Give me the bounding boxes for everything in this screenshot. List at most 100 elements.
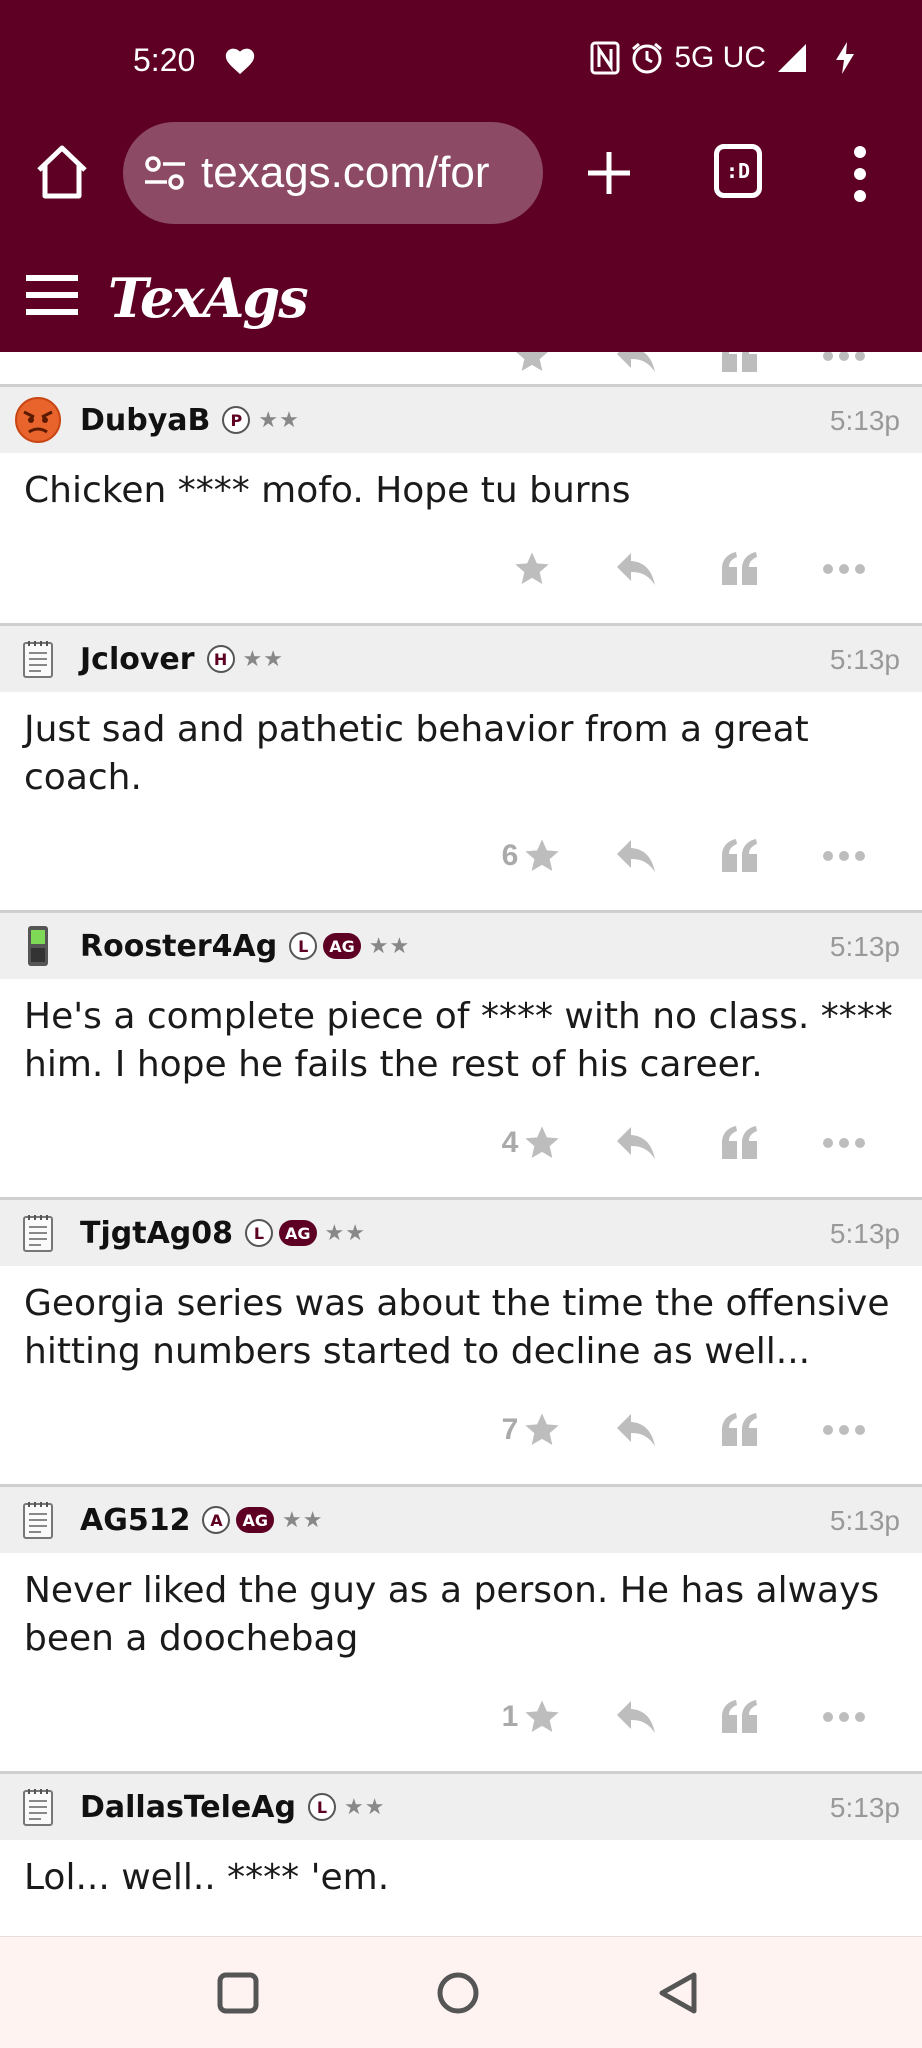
- post-time[interactable]: 5:13p: [830, 644, 900, 676]
- recents-square-icon[interactable]: [216, 1971, 260, 2015]
- username[interactable]: Jclover: [80, 642, 195, 677]
- phone-icon[interactable]: [14, 922, 62, 970]
- more-button[interactable]: [792, 539, 896, 599]
- more-button[interactable]: [792, 1687, 896, 1747]
- quote-icon: [722, 1413, 757, 1446]
- system-nav-bar: [0, 1936, 922, 2048]
- user-badge: L: [289, 932, 318, 960]
- quote-button[interactable]: [688, 539, 792, 599]
- username[interactable]: AG512: [80, 1503, 190, 1538]
- post-actions: 4: [0, 1089, 922, 1197]
- reply-icon: [617, 1127, 655, 1159]
- like-button[interactable]: 1: [480, 1687, 584, 1747]
- username[interactable]: DallasTeleAg: [80, 1790, 296, 1825]
- more-button[interactable]: [792, 1113, 896, 1173]
- post-time[interactable]: 5:13p: [830, 1505, 900, 1537]
- notepad-icon[interactable]: [14, 1496, 62, 1544]
- post-time[interactable]: 5:13p: [830, 1218, 900, 1250]
- more-vert-icon[interactable]: [850, 144, 870, 204]
- site-settings-icon[interactable]: [143, 155, 187, 191]
- signal-icon: [778, 44, 806, 72]
- ag-badge: AG: [323, 933, 361, 959]
- post-header: Jclover H ★★ 5:13p: [0, 626, 922, 692]
- alarm-icon: [632, 42, 663, 74]
- post: AG512 A AG ★★ 5:13p Never liked the guy …: [0, 1484, 922, 1771]
- more-button[interactable]: [792, 352, 896, 386]
- reply-button[interactable]: [584, 826, 688, 886]
- reply-button[interactable]: [584, 1113, 688, 1173]
- more-button[interactable]: [792, 1400, 896, 1460]
- user-rating-stars: ★★: [281, 1507, 324, 1533]
- ag-badge: AG: [236, 1507, 274, 1533]
- star-icon: [516, 352, 548, 371]
- like-count: 1: [501, 1700, 519, 1733]
- reply-icon: [617, 352, 655, 372]
- site-logo[interactable]: TexAgs: [108, 266, 309, 330]
- post-text: Never liked the guy as a person. He has …: [24, 1570, 880, 1659]
- notepad-icon[interactable]: [14, 635, 62, 683]
- reply-icon: [617, 553, 655, 585]
- reply-button[interactable]: [584, 1400, 688, 1460]
- post-header: AG512 A AG ★★ 5:13p: [0, 1487, 922, 1553]
- post-text: Georgia series was about the time the of…: [24, 1283, 890, 1372]
- quote-button[interactable]: [688, 352, 792, 386]
- like-button[interactable]: 6: [480, 826, 584, 886]
- more-button[interactable]: [792, 826, 896, 886]
- new-tab-icon[interactable]: [584, 148, 634, 198]
- post-time[interactable]: 5:13p: [830, 1792, 900, 1824]
- previous-post-actions: [0, 352, 922, 384]
- notepad-icon[interactable]: [14, 1783, 62, 1831]
- more-horiz-icon: [823, 1425, 865, 1435]
- more-horiz-icon: [823, 851, 865, 861]
- back-triangle-icon[interactable]: [656, 1971, 700, 2015]
- post-actions: 7: [0, 1376, 922, 1484]
- hamburger-menu-icon[interactable]: [24, 274, 80, 316]
- username[interactable]: DubyaB: [80, 403, 210, 438]
- reply-icon: [617, 1701, 655, 1733]
- like-count: 6: [501, 839, 519, 872]
- user-rating-stars: ★★: [368, 933, 411, 959]
- status-icons: 5G UC: [590, 40, 858, 76]
- quote-button[interactable]: [688, 1400, 792, 1460]
- like-button[interactable]: 4: [480, 1113, 584, 1173]
- angry-face-icon[interactable]: [14, 396, 62, 444]
- post-time[interactable]: 5:13p: [830, 405, 900, 437]
- quote-button[interactable]: [688, 1687, 792, 1747]
- like-button[interactable]: [480, 352, 584, 386]
- like-count: 7: [501, 1413, 519, 1446]
- post: TjgtAg08 L AG ★★ 5:13p Georgia series wa…: [0, 1197, 922, 1484]
- tab-switcher-button[interactable]: :D: [714, 144, 762, 198]
- reply-button[interactable]: [584, 539, 688, 599]
- quote-icon: [722, 552, 757, 585]
- quote-button[interactable]: [688, 1113, 792, 1173]
- user-badge: P: [222, 406, 251, 434]
- star-icon: [525, 839, 560, 871]
- post-header: Rooster4Ag L AG ★★ 5:13p: [0, 913, 922, 979]
- username[interactable]: TjgtAg08: [80, 1216, 233, 1251]
- quote-button[interactable]: [688, 826, 792, 886]
- notepad-icon[interactable]: [14, 1209, 62, 1257]
- address-bar[interactable]: texags.com/for: [123, 122, 543, 224]
- thread-feed[interactable]: DubyaB P ★★ 5:13p Chicken **** mofo. Hop…: [0, 352, 922, 1936]
- ag-badge: AG: [279, 1220, 317, 1246]
- home-circle-icon[interactable]: [436, 1971, 480, 2015]
- like-button[interactable]: [480, 539, 584, 599]
- browser-chrome: 5:20 5G UC texags.com/for :D TexAgs: [0, 0, 922, 352]
- post-text: Just sad and pathetic behavior from a gr…: [24, 709, 809, 798]
- browser-toolbar: texags.com/for :D: [0, 120, 922, 230]
- post-header: DubyaB P ★★ 5:13p: [0, 387, 922, 453]
- more-horiz-icon: [823, 564, 865, 574]
- post-time[interactable]: 5:13p: [830, 931, 900, 963]
- username[interactable]: Rooster4Ag: [80, 929, 277, 964]
- status-bar: 5:20 5G UC: [0, 0, 922, 120]
- user-badge: L: [245, 1219, 274, 1247]
- post-text: Lol... well.. **** 'em.: [24, 1857, 390, 1898]
- reply-button[interactable]: [584, 1687, 688, 1747]
- status-time: 5:20: [133, 42, 196, 78]
- nfc-icon: [590, 41, 620, 75]
- charging-icon: [836, 42, 854, 74]
- home-icon[interactable]: [34, 142, 90, 202]
- reply-button[interactable]: [584, 352, 688, 386]
- reply-icon: [617, 1414, 655, 1446]
- like-button[interactable]: 7: [480, 1400, 584, 1460]
